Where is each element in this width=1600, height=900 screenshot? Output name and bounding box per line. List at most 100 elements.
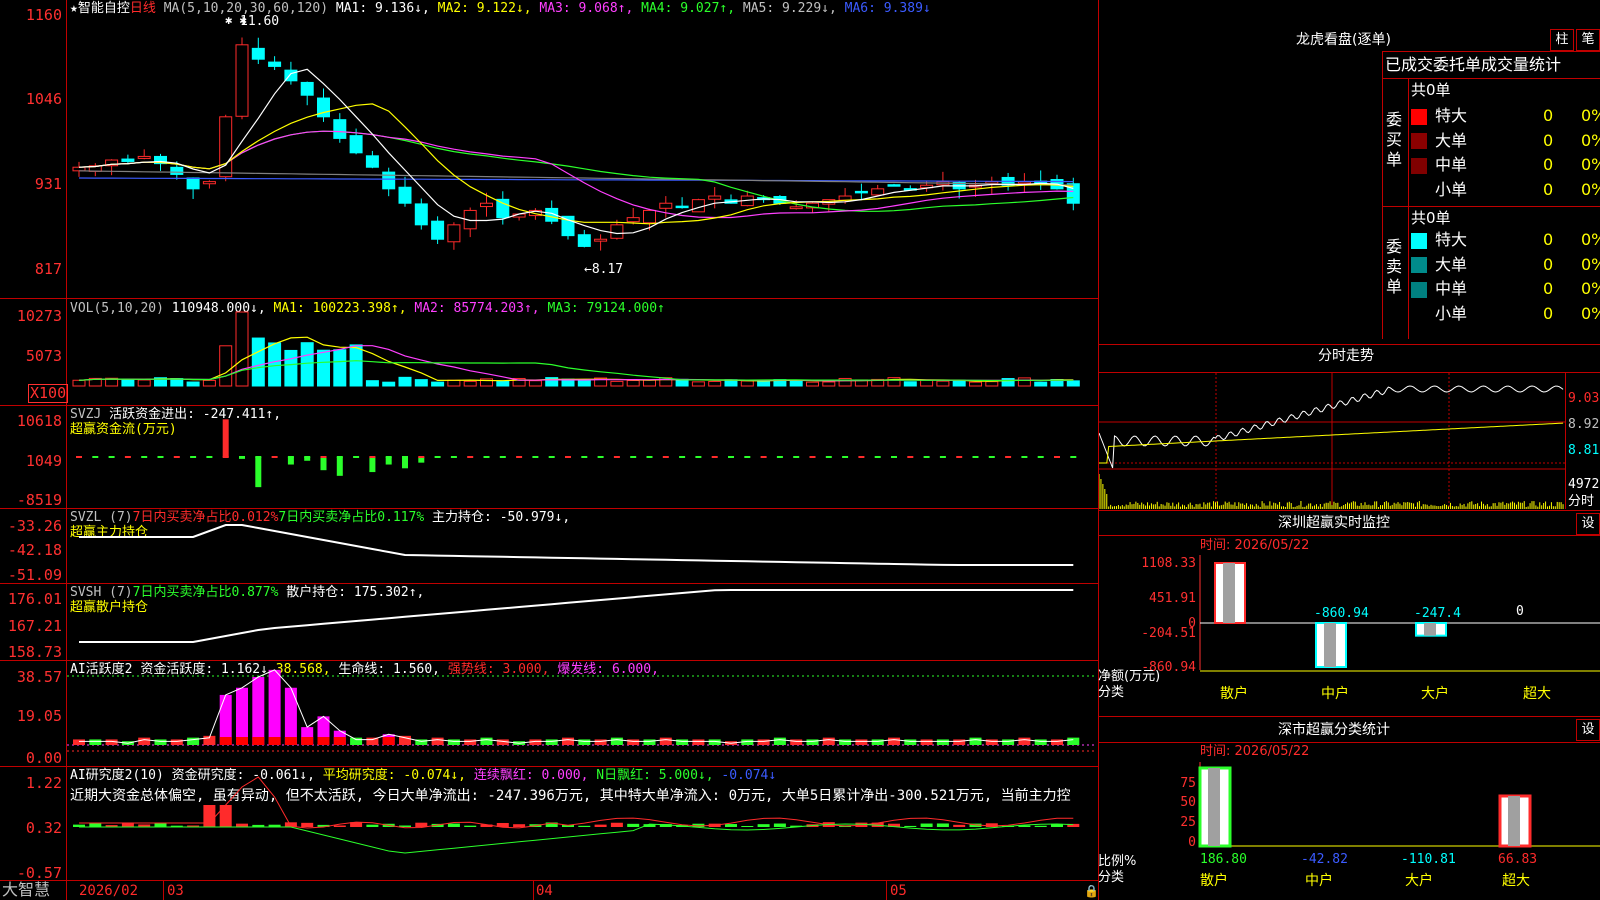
candle-body: [887, 184, 901, 187]
volume-chart[interactable]: [67, 300, 1097, 404]
flow-bar: [336, 457, 343, 476]
order-row: 大单 0 0%: [1411, 131, 1600, 150]
order-count: 0: [1543, 230, 1554, 249]
active-bar: [773, 737, 786, 745]
ai-active-chart[interactable]: [67, 661, 1097, 766]
flow-tick: [516, 456, 523, 458]
sz-class-settings-button[interactable]: 设: [1576, 719, 1600, 741]
candle-body: [871, 188, 885, 196]
volume-bar: [903, 381, 917, 387]
flow-tick: [92, 456, 99, 458]
flow-tick: [760, 456, 767, 458]
svsh-axis-label: 167.21: [7, 617, 62, 635]
active-bar: [676, 739, 689, 745]
research-bar: [301, 822, 314, 827]
order-percent: 0%: [1581, 230, 1600, 249]
flow-tick: [613, 456, 620, 458]
lock-icon[interactable]: 🔒: [1084, 884, 1099, 898]
flow-tick: [972, 456, 979, 458]
class-bar-shade: [1508, 796, 1520, 846]
volume-bar: [186, 381, 200, 387]
active-bar: [610, 737, 623, 745]
class-xlabel: 分类: [1098, 870, 1124, 885]
active-bar: [594, 739, 607, 745]
volume-bar: [463, 380, 477, 387]
date-label: 05: [890, 883, 907, 899]
active-bar: [73, 739, 85, 745]
volume-bar: [72, 379, 86, 387]
volume-bar: [936, 380, 950, 387]
active-bar: [578, 739, 591, 745]
class-category: 超大: [1502, 873, 1530, 889]
class-ylabel: 比例%: [1098, 854, 1136, 869]
order-count: 0: [1543, 179, 1554, 199]
flow-tick: [662, 456, 669, 458]
active-bar: [154, 739, 167, 745]
dragon-divider: [1382, 206, 1600, 207]
flow-tick: [711, 456, 718, 458]
intraday-vol-max: 4972: [1568, 477, 1600, 492]
volume-bar: [985, 381, 999, 387]
intraday-title: 分时走势: [1318, 348, 1374, 364]
flow-tick: [630, 456, 637, 458]
active-bar: [236, 687, 248, 745]
order-row: 特大 0 0%: [1411, 107, 1600, 125]
flow-tick: [646, 456, 653, 458]
research-bar: [366, 824, 379, 827]
active-bar: [431, 737, 444, 745]
candle-body: [431, 220, 445, 240]
ai-research-chart[interactable]: [67, 767, 1097, 880]
sz-class-time: 时间: 2026/05/22: [1200, 744, 1310, 759]
volume-bar: [528, 380, 542, 387]
svsh-chart[interactable]: [67, 584, 1097, 660]
dragon-divider: [1382, 51, 1600, 52]
sell-orders-label: 委卖单: [1386, 237, 1403, 296]
sz-monitor-chart: 1108.33451.910-204.51-860.941108.33散户-86…: [1098, 555, 1600, 702]
monitor-axis-label: 1108.33: [1141, 556, 1196, 571]
active-base: [236, 737, 248, 745]
candle-body: [170, 166, 184, 175]
dragon-divider: [1382, 78, 1600, 79]
volume-bar: [626, 380, 640, 387]
volume-bar: [708, 380, 722, 387]
date-tick: [886, 880, 887, 900]
flow-tick: [793, 456, 800, 458]
active-bar: [659, 737, 672, 745]
flow-tick: [988, 456, 995, 458]
flow-tick: [939, 456, 946, 458]
sz-monitor-settings-button[interactable]: 设: [1576, 513, 1600, 535]
volume-bar: [691, 381, 705, 387]
candle-body: [691, 199, 705, 213]
research-bar: [773, 823, 786, 827]
svzl-chart[interactable]: [67, 509, 1097, 583]
flow-tick: [744, 456, 751, 458]
monitor-bar-value: 1108.33: [1215, 555, 1270, 559]
intraday-chart[interactable]: [1099, 373, 1565, 509]
class-bar-value: -110.81: [1401, 852, 1456, 867]
flow-tick: [728, 456, 734, 458]
active-bar: [170, 739, 183, 745]
volume-bar: [577, 379, 591, 387]
class-category: 散户: [1200, 872, 1228, 889]
research-bar: [513, 824, 526, 827]
candle-body: [708, 195, 722, 200]
dragon-tabs[interactable]: 已成交委托单成交量统计: [1385, 56, 1561, 74]
class-category: 大户: [1405, 872, 1433, 889]
candle-body: [268, 61, 282, 67]
vol-axis-label: 10273: [16, 307, 62, 325]
tick-mode-button[interactable]: 笔: [1576, 29, 1600, 51]
svzj-axis-label: 10618: [16, 412, 62, 430]
class-bar-value: 186.80: [1200, 852, 1247, 867]
candlestick-chart[interactable]: ✱ ✱: [67, 0, 1097, 298]
flow-tick: [891, 456, 897, 458]
active-bar: [888, 737, 900, 745]
svzj-chart[interactable]: [67, 406, 1097, 508]
candle-body: [854, 190, 868, 194]
bar-mode-button[interactable]: 柱: [1550, 29, 1574, 51]
candle-body: [137, 155, 151, 159]
candle-body: [202, 181, 216, 185]
flow-tick: [385, 456, 392, 458]
volume-bar: [317, 349, 330, 387]
flow-tick: [141, 456, 148, 458]
order-row: 特大 0 0%: [1411, 231, 1600, 249]
